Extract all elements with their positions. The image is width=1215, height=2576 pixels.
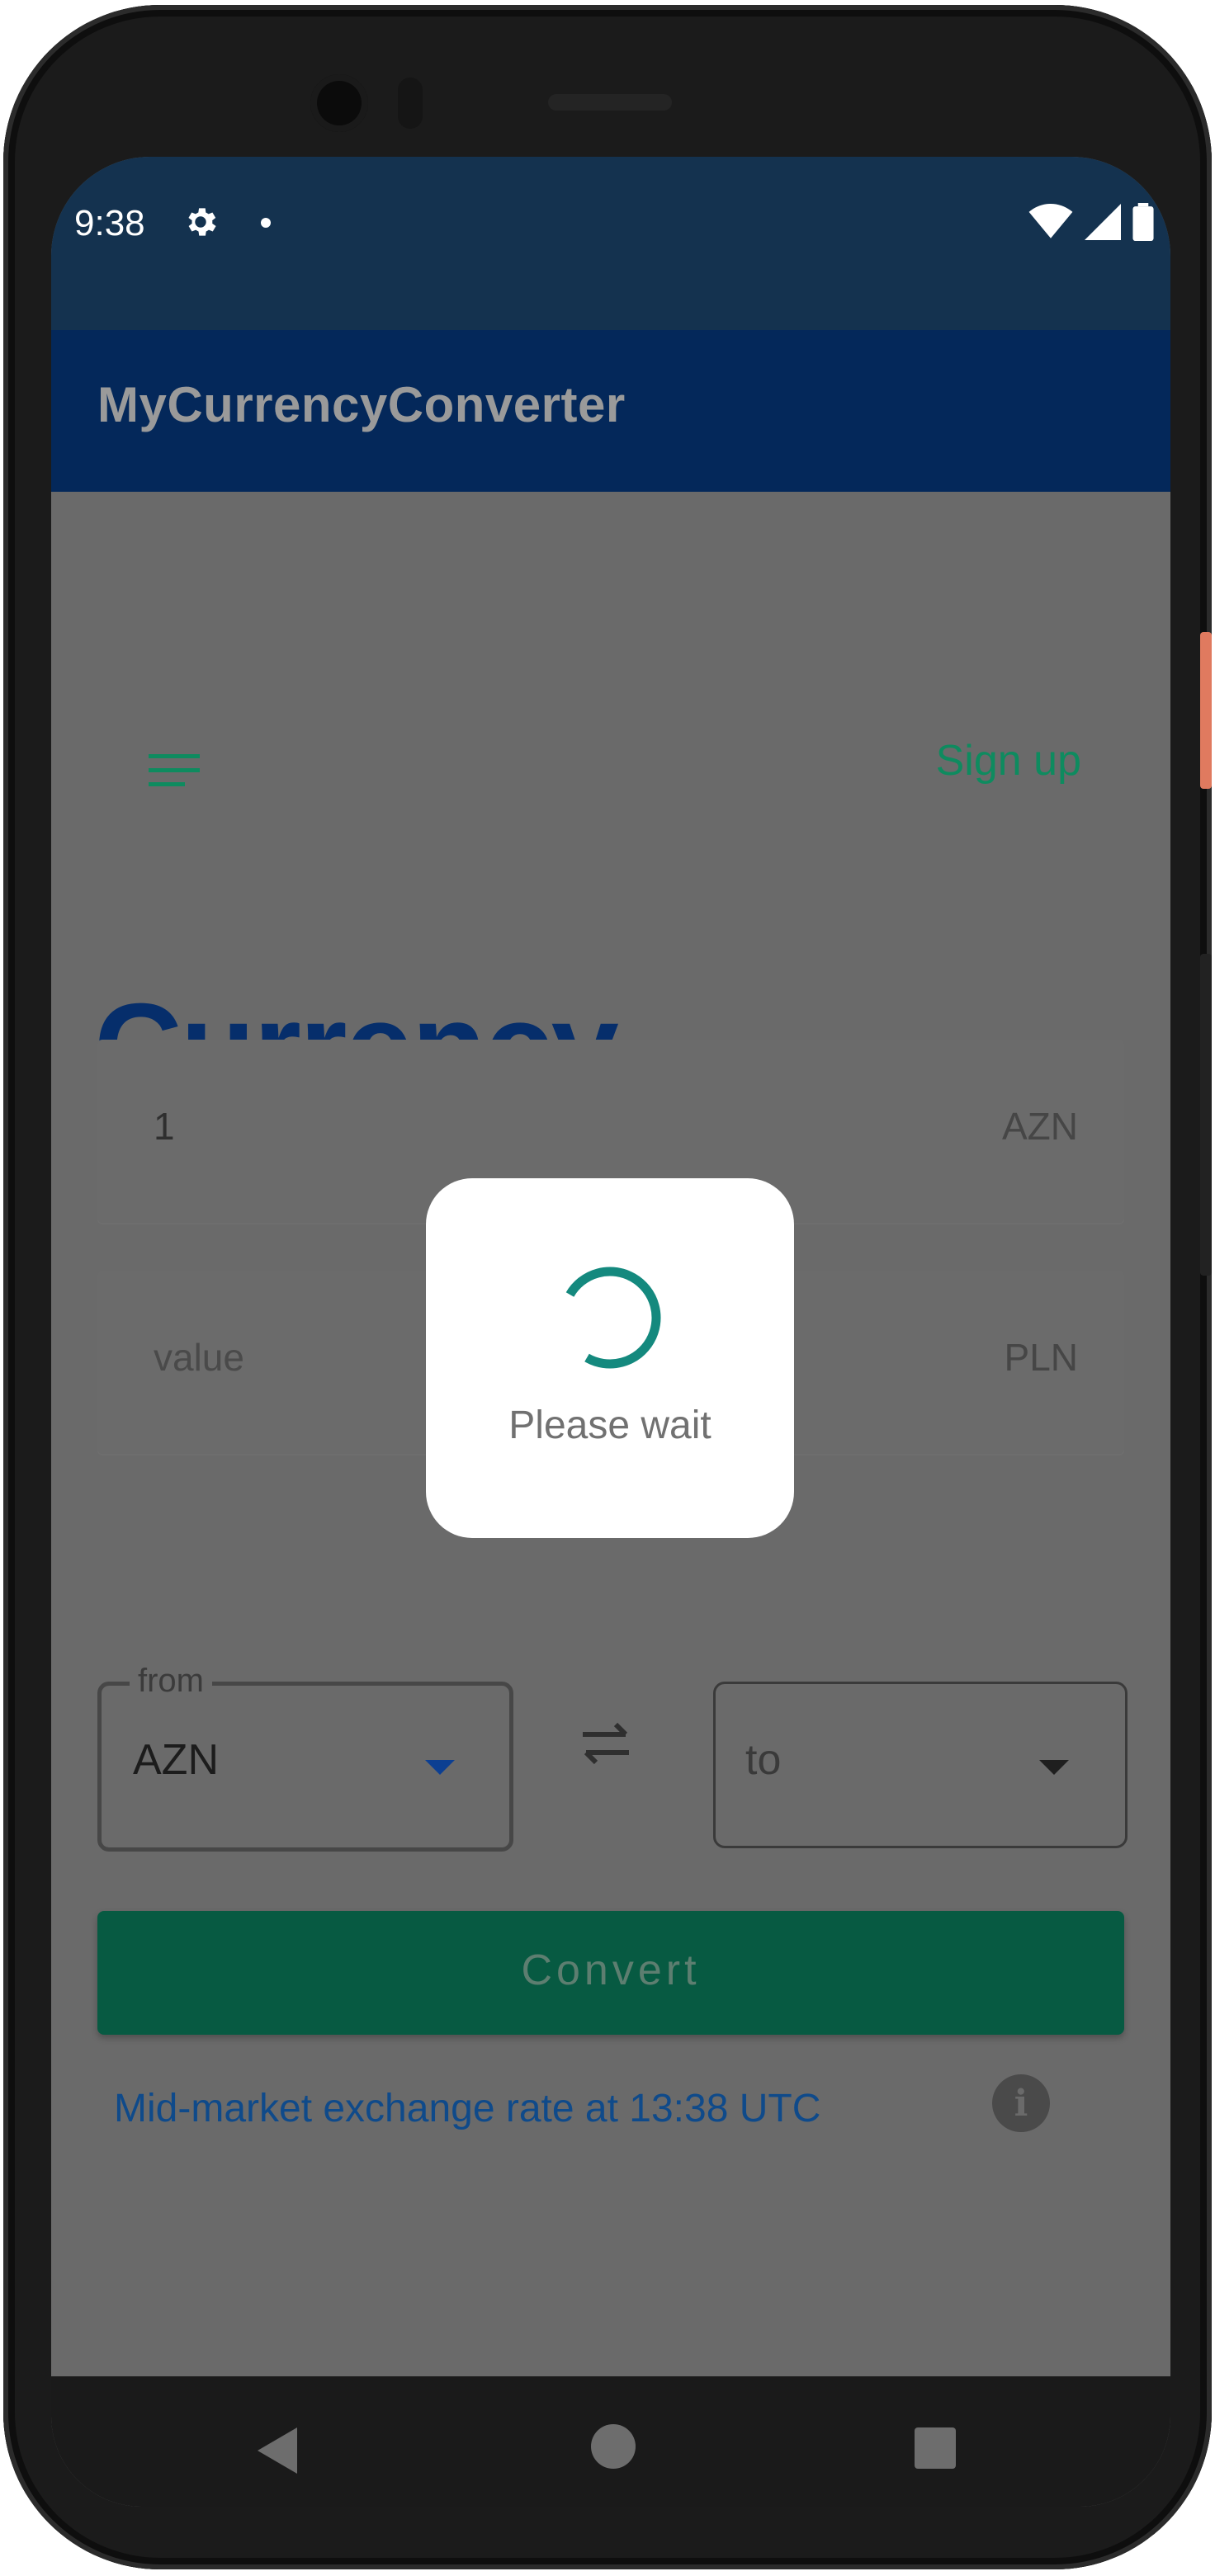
signup-link[interactable]: Sign up — [936, 736, 1081, 786]
amount-to-placeholder: value — [154, 1336, 244, 1379]
convert-button[interactable]: Convert — [97, 1911, 1124, 2035]
app-title: MyCurrencyConverter — [97, 377, 626, 432]
to-select-placeholder: to — [745, 1736, 782, 1784]
power-button — [1200, 632, 1212, 789]
convert-button-label: Convert — [521, 1946, 701, 1994]
loading-message: Please wait — [508, 1404, 712, 1447]
battery-icon — [1132, 203, 1154, 241]
cellular-icon — [1085, 204, 1121, 240]
notification-dot — [261, 218, 271, 228]
status-bar: 9:38 — [51, 157, 1170, 330]
wifi-icon — [1028, 204, 1073, 238]
info-icon[interactable]: i — [992, 2074, 1050, 2132]
amount-to-currency: PLN — [1004, 1336, 1078, 1379]
exchange-rate-text: Mid-market exchange rate at 13:38 UTC — [114, 2087, 821, 2130]
sensor — [398, 78, 423, 129]
amount-from-value: 1 — [154, 1105, 175, 1148]
front-camera — [310, 74, 368, 132]
status-time: 9:38 — [74, 203, 145, 243]
from-currency-select[interactable]: from AZN — [97, 1663, 513, 1852]
phone-frame: 9:38 MyCurrencyConverter Sign up 1 AZN v… — [3, 5, 1212, 2569]
swap-arrows-icon[interactable] — [576, 1713, 636, 1772]
hamburger-menu-icon[interactable] — [149, 751, 200, 790]
from-select-label: from — [130, 1663, 212, 1700]
recent-apps-icon[interactable] — [915, 2427, 956, 2469]
amount-from-currency: AZN — [1002, 1105, 1078, 1148]
home-icon[interactable] — [591, 2424, 636, 2469]
from-select-value: AZN — [133, 1736, 219, 1784]
settings-icon — [188, 208, 216, 236]
device-screen: 9:38 MyCurrencyConverter Sign up 1 AZN v… — [51, 157, 1170, 2507]
chevron-down-icon — [425, 1760, 455, 1775]
chevron-down-icon — [1039, 1760, 1069, 1775]
status-icons — [1028, 203, 1154, 241]
system-nav-bar — [51, 2376, 1170, 2507]
earpiece-speaker — [548, 94, 672, 111]
to-currency-select[interactable]: to — [713, 1682, 1128, 1848]
loading-spinner-icon — [565, 1267, 661, 1369]
loading-dialog: Please wait — [426, 1178, 794, 1538]
back-icon[interactable] — [258, 2427, 297, 2474]
volume-button — [1200, 954, 1212, 1276]
